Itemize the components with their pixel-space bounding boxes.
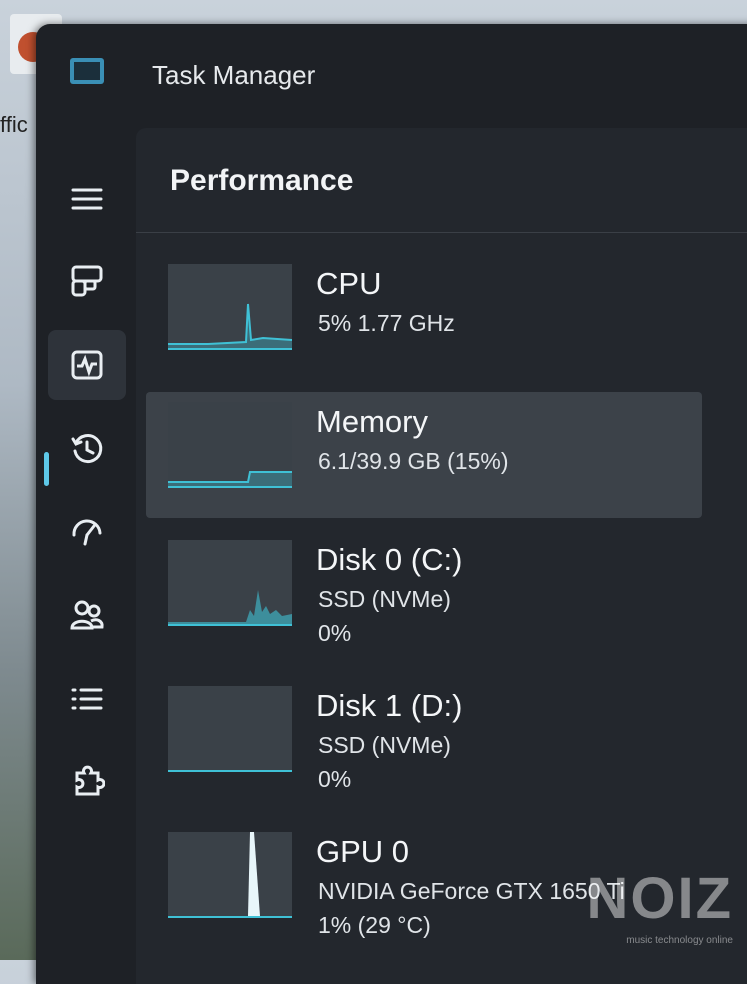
perf-item-detail: 5% 1.77 GHz xyxy=(318,310,455,336)
sidebar-item-startup-apps[interactable] xyxy=(48,496,126,566)
title-bar: Task Manager xyxy=(36,24,747,120)
perf-item-usage: 1% (29 °C) xyxy=(318,912,431,938)
watermark-logo: NOIZ xyxy=(586,866,733,931)
perf-item-usage: 0% xyxy=(318,766,352,792)
window-title: Task Manager xyxy=(152,60,316,90)
hamburger-menu-button[interactable] xyxy=(48,164,126,234)
desktop-icon-label: ffic xyxy=(0,112,28,137)
performance-panel: Performance CPU 5% 1.77 GHz Memory 6.1/3… xyxy=(136,128,747,984)
sidebar-item-users[interactable] xyxy=(48,580,126,650)
perf-item-cpu[interactable]: CPU 5% 1.77 GHz xyxy=(146,254,702,380)
sidebar-item-services[interactable] xyxy=(48,748,126,818)
speedometer-icon xyxy=(72,519,102,546)
cpu-graph xyxy=(168,264,292,350)
sidebar-item-performance[interactable] xyxy=(48,330,126,400)
perf-item-detail: NVIDIA GeForce GTX 1650 Ti xyxy=(318,878,625,904)
page-title: Performance xyxy=(170,164,354,197)
sidebar-item-app-history[interactable] xyxy=(48,414,126,484)
page-header: Performance xyxy=(136,128,747,233)
perf-item-detail: 6.1/39.9 GB (15%) xyxy=(318,448,509,474)
task-manager-app-icon xyxy=(70,58,104,84)
services-puzzle-icon xyxy=(75,765,105,796)
perf-item-name: Disk 0 (C:) xyxy=(316,542,463,577)
gpu-0-graph xyxy=(168,832,292,918)
perf-item-usage: 0% xyxy=(318,620,352,646)
task-manager-window: Task Manager Performance CPU 5% 1.77 GHz… xyxy=(36,24,747,984)
sidebar-item-details[interactable] xyxy=(48,664,126,734)
perf-item-disk-0[interactable]: Disk 0 (C:) SSD (NVMe) 0% xyxy=(146,530,702,656)
users-icon xyxy=(70,600,104,630)
memory-graph xyxy=(168,402,292,488)
disk-0-graph xyxy=(168,540,292,626)
perf-item-detail: SSD (NVMe) xyxy=(318,732,451,758)
sidebar-item-processes[interactable] xyxy=(48,246,126,316)
details-list-icon xyxy=(71,688,103,710)
perf-item-name: CPU xyxy=(316,266,382,301)
performance-icon xyxy=(71,350,103,380)
perf-item-detail: SSD (NVMe) xyxy=(318,586,451,612)
disk-1-graph xyxy=(168,686,292,772)
perf-item-disk-1[interactable]: Disk 1 (D:) SSD (NVMe) 0% xyxy=(146,676,702,802)
perf-item-name: GPU 0 xyxy=(316,834,410,869)
perf-item-name: Disk 1 (D:) xyxy=(316,688,463,723)
watermark-subtext: music technology online xyxy=(626,935,733,946)
perf-item-memory[interactable]: Memory 6.1/39.9 GB (15%) xyxy=(146,392,702,518)
perf-item-name: Memory xyxy=(316,404,428,439)
processes-icon xyxy=(71,265,103,297)
history-icon xyxy=(71,434,103,464)
hamburger-icon xyxy=(71,188,103,210)
